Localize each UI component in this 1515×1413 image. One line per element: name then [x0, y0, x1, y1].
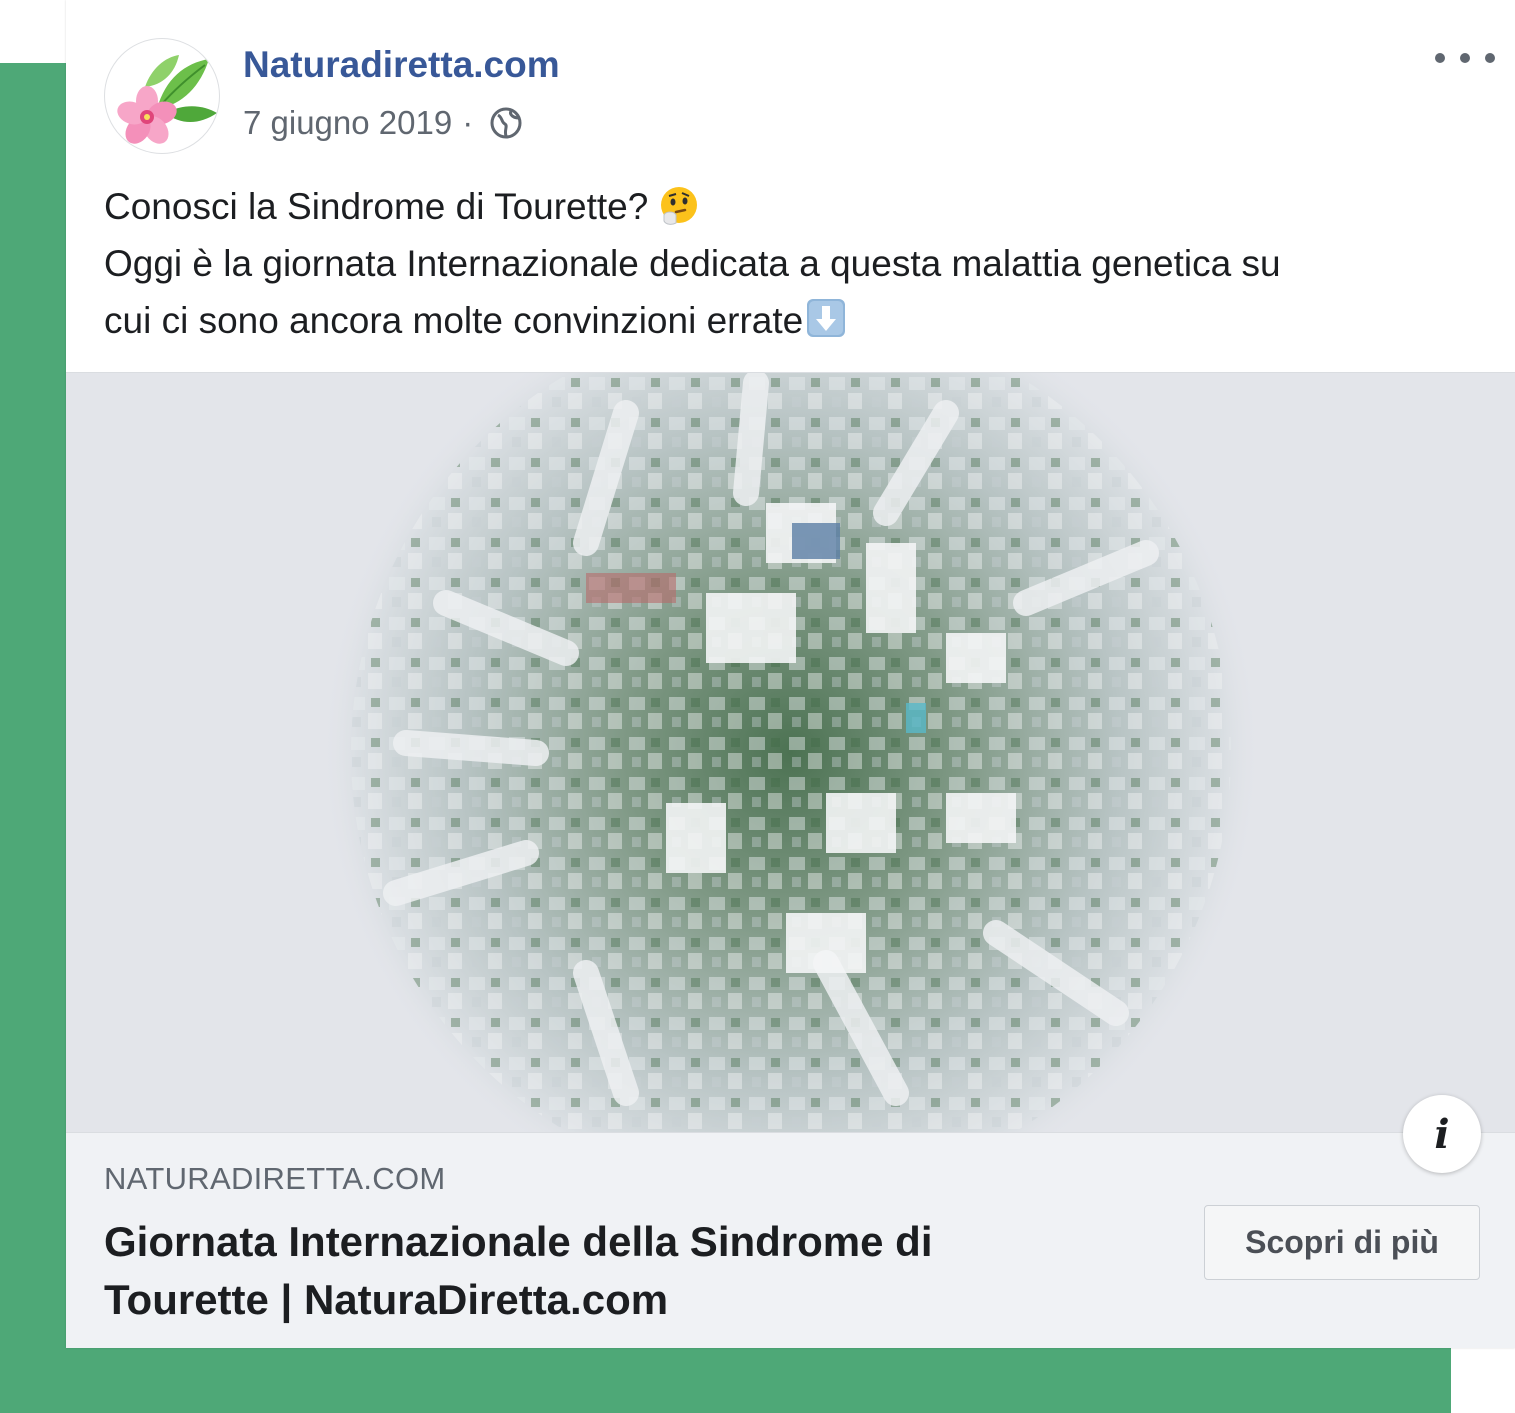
post-text-line-3: cui ci sono ancora molte convinzioni err…	[104, 300, 804, 341]
page-name-link[interactable]: Naturadiretta.com	[243, 44, 560, 86]
flower-logo-icon	[117, 55, 217, 144]
post-date[interactable]: 7 giugno 2019	[243, 104, 452, 142]
aerial-city-planet-image	[66, 373, 1515, 1133]
page-avatar[interactable]	[104, 38, 220, 154]
post-meta: 7 giugno 2019 ·	[243, 104, 523, 142]
globe-icon	[490, 107, 522, 139]
learn-more-button[interactable]: Scopri di più	[1204, 1205, 1480, 1280]
link-title-line-2: Tourette | NaturaDiretta.com	[104, 1276, 669, 1323]
facebook-post-card: Naturadiretta.com 7 giugno 2019 · Conosc…	[66, 0, 1515, 1348]
post-text-line-2: Oggi è la giornata Internazionale dedica…	[104, 243, 1281, 284]
thinking-face-icon	[661, 187, 698, 225]
link-domain: NATURADIRETTA.COM	[104, 1161, 446, 1196]
info-icon[interactable]: i	[1403, 1095, 1481, 1173]
down-arrow-icon	[807, 299, 846, 337]
link-title-line-1: Giornata Internazionale della Sindrome d…	[104, 1218, 933, 1265]
post-text: Conosci la Sindrome di Tourette? Oggi è …	[104, 178, 1484, 349]
post-text-line-1: Conosci la Sindrome di Tourette?	[104, 186, 649, 227]
more-options-icon[interactable]	[1435, 40, 1495, 76]
link-title[interactable]: Giornata Internazionale della Sindrome d…	[104, 1213, 1104, 1329]
post-image[interactable]	[66, 372, 1515, 1133]
link-preview[interactable]: NATURADIRETTA.COM Giornata Internazional…	[66, 1132, 1515, 1348]
meta-separator: ·	[462, 104, 474, 141]
